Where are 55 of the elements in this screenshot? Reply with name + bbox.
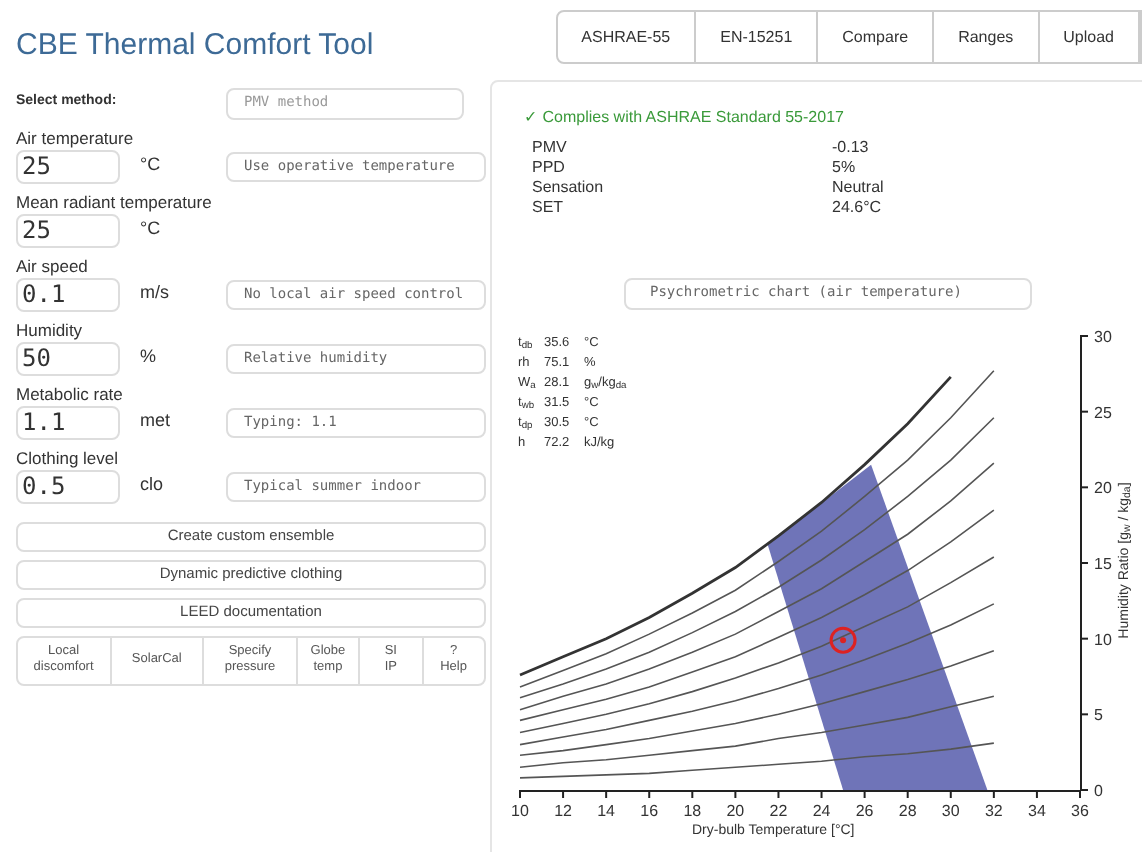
field-label: Humidity xyxy=(16,317,85,341)
number-field[interactable]: 50 xyxy=(16,341,120,375)
y-tick-label: 25 xyxy=(1094,402,1112,421)
result-value: Neutral xyxy=(832,177,884,197)
x-tick-label: 22 xyxy=(769,801,788,819)
result-value: -0.13 xyxy=(832,137,869,157)
nav-tab[interactable]: ASHRAE-55 xyxy=(557,12,697,62)
x-tick-label: 16 xyxy=(640,801,659,819)
nav-tab[interactable]: Ranges xyxy=(934,12,1040,62)
y-tick-label: 15 xyxy=(1094,554,1112,572)
field-label: Mean radiant temperature xyxy=(16,189,214,213)
nav-tab[interactable]: Upload xyxy=(1039,12,1140,62)
app-title: CBE Thermal Comfort Tool xyxy=(16,26,376,66)
x-tick-label: 20 xyxy=(726,801,745,819)
field-label: Air speed xyxy=(16,253,90,277)
unit-label: met xyxy=(140,408,173,435)
nav-tab[interactable]: EN-15251 xyxy=(696,12,819,62)
unit-label: % xyxy=(140,344,159,371)
unit-label: °C xyxy=(140,216,163,243)
y-tick-label: 10 xyxy=(1094,629,1112,648)
x-tick-label: 26 xyxy=(855,801,874,819)
x-tick-label: 10 xyxy=(511,801,529,819)
unit-label: °C xyxy=(140,152,163,179)
result-label: PPD xyxy=(532,157,567,177)
y-tick-label: 30 xyxy=(1094,327,1112,345)
x-tick-label: 28 xyxy=(898,801,917,819)
comfort-point xyxy=(829,625,857,653)
x-tick-label: 36 xyxy=(1071,801,1089,819)
unit-label: clo xyxy=(140,472,166,499)
number-field[interactable]: 25 xyxy=(16,213,120,247)
number-field[interactable]: 0.5 xyxy=(16,469,120,503)
compliance-message: ✓ Complies with ASHRAE Standard 55-2017 xyxy=(524,105,846,129)
unit-label: m/s xyxy=(140,280,171,307)
number-field[interactable]: 25 xyxy=(16,149,120,183)
result-value: 24.6°C xyxy=(832,197,882,217)
number-field[interactable]: 0.1 xyxy=(16,277,120,311)
nav-tab[interactable]: Compare xyxy=(818,12,935,62)
result-label: Sensation xyxy=(532,177,606,197)
number-field[interactable]: 1.1 xyxy=(16,405,120,439)
x-tick-label: 24 xyxy=(812,801,831,819)
x-tick-label: 12 xyxy=(554,801,572,819)
x-tick-label: 18 xyxy=(683,801,702,819)
result-value: 5% xyxy=(832,157,856,177)
x-tick-label: 32 xyxy=(984,801,1003,819)
result-label: PMV xyxy=(532,137,569,157)
x-tick-label: 30 xyxy=(941,801,960,819)
y-tick-label: 20 xyxy=(1094,478,1112,497)
x-tick-label: 14 xyxy=(597,801,616,819)
field-label: Metabolic rate xyxy=(16,381,125,405)
field-label: Air temperature xyxy=(16,125,136,149)
x-tick-label: 34 xyxy=(1028,801,1046,819)
result-label: SET xyxy=(532,197,566,217)
y-tick-label: 0 xyxy=(1094,781,1103,799)
field-label: Clothing level xyxy=(16,445,121,469)
y-tick-label: 5 xyxy=(1094,705,1103,724)
